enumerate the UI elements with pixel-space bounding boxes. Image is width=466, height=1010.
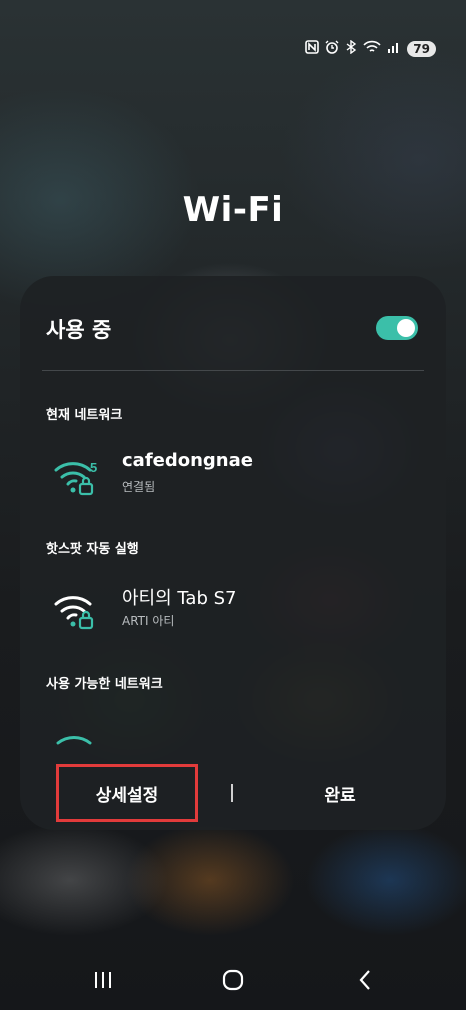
- network-status: 연결됨: [122, 480, 156, 494]
- wifi-lock-icon: [54, 590, 100, 630]
- wifi-panel: 사용 중 현재 네트워크 5 cafedongnae 연결됨 핫스팟 자동 실행: [20, 276, 446, 830]
- network-item-current[interactable]: 5 cafedongnae 연결됨: [50, 448, 430, 504]
- hotspot-heading: 핫스팟 자동 실행: [46, 542, 139, 557]
- network-item-hotspot[interactable]: 아티의 Tab S7 ARTI 아티: [50, 582, 430, 638]
- back-icon[interactable]: [345, 962, 385, 998]
- network-name: 아티의 Tab S7: [122, 588, 237, 609]
- status-bar: 79: [305, 39, 436, 58]
- bottom-actions: 상세설정 완료: [20, 764, 446, 822]
- wifi-icon: [56, 731, 92, 749]
- wifi-icon: [363, 40, 381, 58]
- home-icon[interactable]: [213, 962, 253, 998]
- bluetooth-icon: [345, 39, 357, 58]
- network-name: cafedongnae: [122, 450, 253, 471]
- network-subtitle: ARTI 아티: [122, 614, 175, 628]
- wifi-toggle[interactable]: [376, 316, 418, 340]
- current-network-heading: 현재 네트워크: [46, 408, 123, 423]
- button-separator: [231, 784, 233, 802]
- divider: [42, 370, 424, 371]
- navigation-bar: [0, 950, 466, 1010]
- in-use-label: 사용 중: [46, 318, 112, 342]
- page-title: Wi-Fi: [182, 190, 284, 230]
- recents-icon[interactable]: [83, 962, 123, 998]
- battery-indicator: 79: [407, 41, 436, 57]
- wifi-band-badge: 5: [90, 460, 97, 475]
- alarm-icon: [325, 40, 339, 58]
- done-button[interactable]: 완료: [270, 764, 410, 822]
- available-networks-heading: 사용 가능한 네트워크: [46, 677, 163, 692]
- signal-icon: [387, 40, 401, 58]
- nfc-icon: [305, 40, 320, 58]
- details-button[interactable]: 상세설정: [56, 764, 198, 822]
- wifi-lock-icon: 5: [54, 456, 100, 496]
- toggle-knob: [397, 319, 415, 337]
